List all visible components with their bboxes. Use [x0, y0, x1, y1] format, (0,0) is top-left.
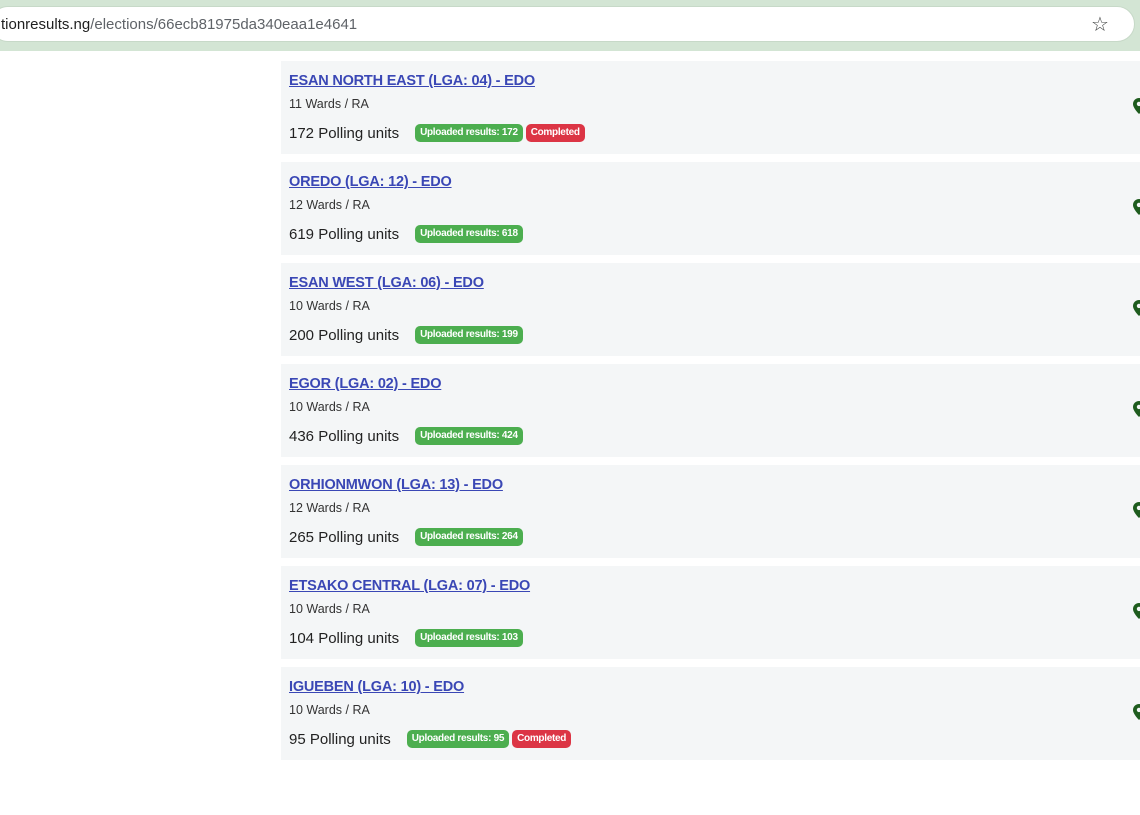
polling-units-count: 104 Polling units — [289, 629, 400, 647]
polling-units-count: 95 Polling units — [289, 730, 391, 748]
map-pin-icon[interactable] — [1133, 199, 1140, 215]
lga-title-link[interactable]: ESAN NORTH EAST (LGA: 04) - EDO — [289, 73, 535, 89]
url-text[interactable]: tionresults.ng/elections/66ecb81975da340… — [1, 16, 357, 33]
lga-meta: 619 Polling units Uploaded results: 618 — [289, 225, 526, 243]
lga-title-link[interactable]: IGUEBEN (LGA: 10) - EDO — [289, 679, 464, 695]
map-pin-icon[interactable] — [1133, 704, 1140, 720]
lga-card: ESAN NORTH EAST (LGA: 04) - EDO 11 Wards… — [281, 61, 1140, 154]
lga-card: ORHIONMWON (LGA: 13) - EDO 12 Wards / RA… — [281, 465, 1140, 558]
lga-title-link[interactable]: ORHIONMWON (LGA: 13) - EDO — [289, 477, 503, 493]
lga-card: IGUEBEN (LGA: 10) - EDO 10 Wards / RA 95… — [281, 667, 1140, 760]
lga-title-link[interactable]: ETSAKO CENTRAL (LGA: 07) - EDO — [289, 578, 530, 594]
map-pin-icon[interactable] — [1133, 603, 1140, 619]
lga-meta: 436 Polling units Uploaded results: 424 — [289, 427, 526, 445]
address-bar[interactable]: tionresults.ng/elections/66ecb81975da340… — [0, 6, 1135, 42]
uploaded-results-badge: Uploaded results: 618 — [415, 225, 523, 243]
completed-badge: Completed — [525, 124, 585, 142]
uploaded-results-badge: Uploaded results: 264 — [415, 528, 523, 546]
map-pin-icon[interactable] — [1133, 300, 1140, 316]
lga-wards-count: 12 Wards / RA — [289, 198, 370, 212]
lga-card: ESAN WEST (LGA: 06) - EDO 10 Wards / RA … — [281, 263, 1140, 356]
polling-units-count: 200 Polling units — [289, 326, 400, 344]
lga-wards-count: 11 Wards / RA — [289, 97, 369, 111]
map-pin-icon[interactable] — [1133, 502, 1140, 518]
lga-meta: 95 Polling units Uploaded results: 95 Co… — [289, 730, 574, 748]
url-host: tionresults.ng — [1, 16, 91, 33]
polling-units-count: 436 Polling units — [289, 427, 400, 445]
polling-units-count: 172 Polling units — [289, 124, 400, 142]
lga-wards-count: 10 Wards / RA — [289, 400, 370, 414]
polling-units-count: 619 Polling units — [289, 225, 400, 243]
uploaded-results-badge: Uploaded results: 424 — [415, 427, 523, 445]
uploaded-results-badge: Uploaded results: 199 — [415, 326, 523, 344]
browser-toolbar: tionresults.ng/elections/66ecb81975da340… — [0, 0, 1140, 51]
url-path: /elections/66ecb81975da340eaa1e4641 — [90, 16, 358, 33]
lga-wards-count: 10 Wards / RA — [289, 602, 370, 616]
uploaded-results-badge: Uploaded results: 172 — [415, 124, 523, 142]
map-pin-icon[interactable] — [1133, 98, 1140, 114]
lga-title-link[interactable]: EGOR (LGA: 02) - EDO — [289, 376, 441, 392]
lga-title-link[interactable]: ESAN WEST (LGA: 06) - EDO — [289, 275, 484, 291]
bookmark-star-icon[interactable]: ☆ — [1089, 13, 1111, 35]
lga-wards-count: 10 Wards / RA — [289, 703, 370, 717]
lga-card: ETSAKO CENTRAL (LGA: 07) - EDO 10 Wards … — [281, 566, 1140, 659]
lga-card: EGOR (LGA: 02) - EDO 10 Wards / RA 436 P… — [281, 364, 1140, 457]
lga-meta: 200 Polling units Uploaded results: 199 — [289, 326, 526, 344]
uploaded-results-badge: Uploaded results: 95 — [406, 730, 510, 748]
lga-meta: 104 Polling units Uploaded results: 103 — [289, 629, 526, 647]
completed-badge: Completed — [512, 730, 572, 748]
lga-wards-count: 10 Wards / RA — [289, 299, 370, 313]
lga-wards-count: 12 Wards / RA — [289, 501, 370, 515]
uploaded-results-badge: Uploaded results: 103 — [415, 629, 523, 647]
map-pin-icon[interactable] — [1133, 401, 1140, 417]
lga-meta: 265 Polling units Uploaded results: 264 — [289, 528, 526, 546]
lga-title-link[interactable]: OREDO (LGA: 12) - EDO — [289, 174, 452, 190]
lga-card: OREDO (LGA: 12) - EDO 12 Wards / RA 619 … — [281, 162, 1140, 255]
lga-list: ESAN NORTH EAST (LGA: 04) - EDO 11 Wards… — [281, 61, 1140, 768]
polling-units-count: 265 Polling units — [289, 528, 400, 546]
lga-meta: 172 Polling units Uploaded results: 172 … — [289, 124, 588, 142]
